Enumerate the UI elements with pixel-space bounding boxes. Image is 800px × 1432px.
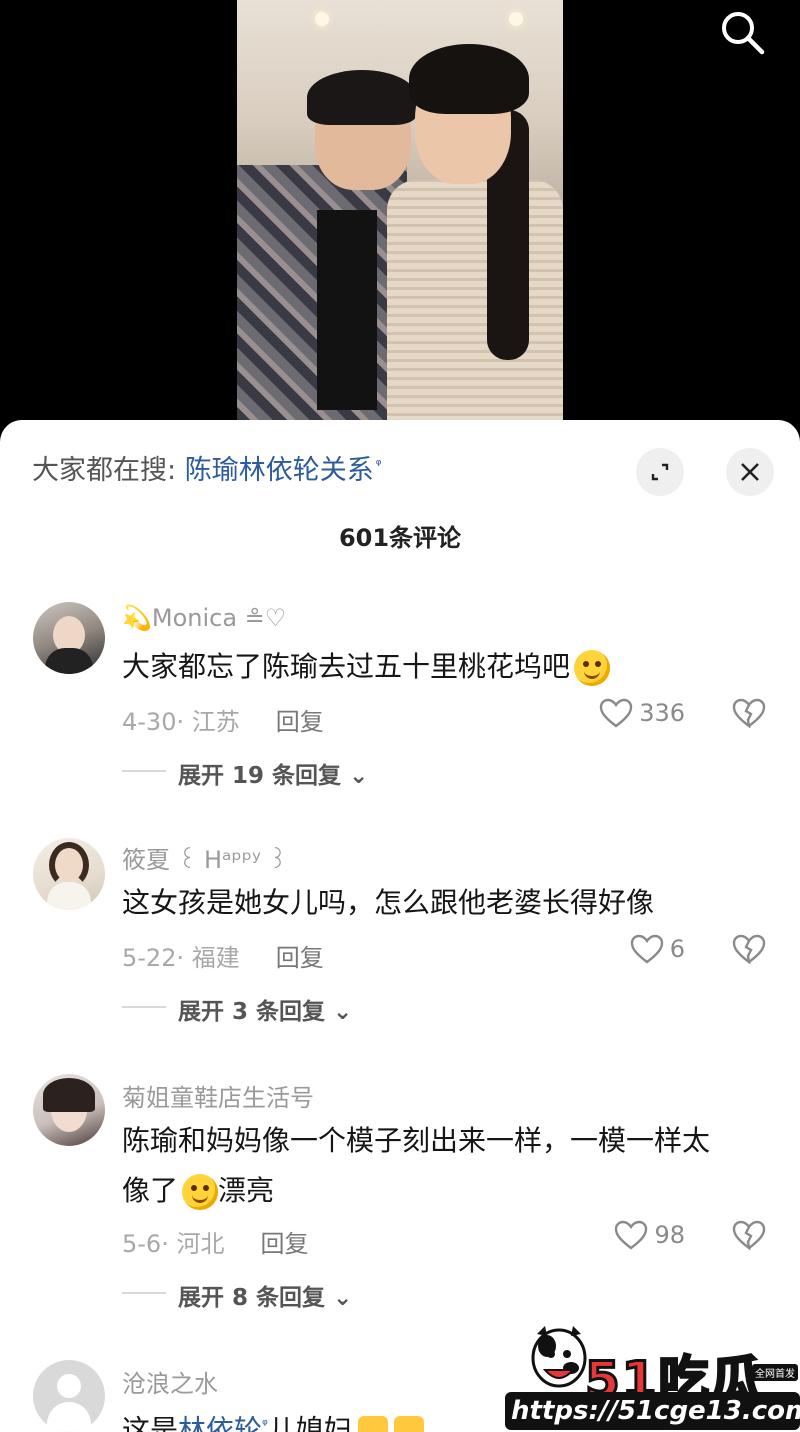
search-hint-label: 大家都在搜: [32, 455, 177, 486]
expand-divider [122, 770, 166, 772]
comment-text: 这女孩是她女儿吗，怎么跟他老婆长得好像 [122, 886, 655, 919]
watermark-url: https://51cge13.com [505, 1392, 800, 1430]
dislike-button[interactable] [732, 1220, 766, 1254]
avatar[interactable] [33, 838, 105, 910]
watermark-badge: 全网首发 [752, 1364, 798, 1381]
comment-username[interactable]: 沧浪之水 [122, 1364, 218, 1399]
comment-item: 💫Monica ≗♡ 大家都忘了陈瑜去过五十里桃花坞吧 4-30· 江苏 回复 3… [0, 598, 800, 798]
comment-username[interactable]: 筱夏 ꒰ Hᵃᵖᵖʸ ꒱ [122, 840, 287, 875]
ceiling-light [315, 12, 329, 26]
comment-item: 筱夏 ꒰ Hᵃᵖᵖʸ ꒱ 这女孩是她女儿吗，怎么跟他老婆长得好像 5-22· 福… [0, 834, 800, 1034]
comment-mention-link[interactable]: 林依轮 [178, 1413, 262, 1432]
comment-text-segment: 像了 [122, 1174, 179, 1207]
site-watermark: 51吃瓜 全网首发 https://51cge13.com [505, 1322, 800, 1432]
like-count: 98 [654, 1221, 685, 1249]
broken-heart-icon [732, 1220, 766, 1251]
comment-date-location: 4-30· 江苏 [122, 708, 240, 736]
expand-replies-button[interactable]: 展开 19 条回复 ⌄ [178, 756, 368, 790]
man-shirt [317, 210, 377, 410]
comment-text-segment: 这是 [122, 1413, 179, 1432]
comment-text-line: 陈瑜和妈妈像一个模子刻出来一样，一模一样太 [122, 1124, 711, 1157]
video-thumbnail[interactable] [237, 0, 563, 430]
dislike-button[interactable] [732, 698, 766, 732]
comment-text: 陈瑜和妈妈像一个模子刻出来一样，一模一样太 像了 漂亮 [122, 1116, 762, 1216]
comment-meta: 4-30· 江苏 回复 [122, 702, 324, 737]
thumbs-up-emoji-icon [357, 1416, 388, 1432]
smile-emoji-icon [574, 650, 611, 686]
broken-heart-icon [732, 698, 766, 729]
comment-text-segment: 漂亮 [218, 1174, 275, 1207]
video-player[interactable] [0, 0, 800, 440]
search-hint-query-link[interactable]: 陈瑜林依轮关系 [185, 455, 374, 486]
comment-username[interactable]: 菊姐童鞋店生活号 [122, 1078, 314, 1113]
comment-text-segment: 儿媳妇 [267, 1413, 352, 1432]
close-icon [741, 463, 759, 481]
comment-meta: 5-6· 河北 回复 [122, 1224, 308, 1259]
close-button[interactable] [726, 448, 774, 496]
dislike-button[interactable] [732, 934, 766, 968]
expand-replies-button[interactable]: 展开 8 条回复 ⌄ [178, 1278, 352, 1312]
heart-icon [599, 698, 633, 728]
avatar[interactable] [33, 1074, 105, 1146]
heart-icon [615, 1220, 648, 1250]
cow-mascot-icon [531, 1326, 587, 1388]
like-button[interactable]: 336 [599, 698, 685, 728]
woman-figure [387, 180, 563, 430]
avatar[interactable] [33, 602, 105, 674]
man-hair [307, 70, 417, 125]
woman-hair [409, 44, 529, 114]
expand-divider [122, 1006, 166, 1008]
ceiling-light [509, 12, 523, 26]
expand-button[interactable] [636, 448, 684, 496]
expand-replies-button[interactable]: 展开 3 条回复 ⌄ [178, 992, 352, 1026]
comments-sheet: 大家都在搜: 陈瑜林依轮关系 ᵠ 601条评论 💫Monica ≗♡ 大家都忘了陈… [0, 420, 800, 1432]
like-button[interactable]: 6 [630, 934, 685, 964]
comment-meta: 5-22· 福建 回复 [122, 938, 324, 973]
avatar[interactable] [33, 1360, 105, 1432]
reply-button[interactable]: 回复 [276, 944, 324, 972]
search-hint: 大家都在搜: 陈瑜林依轮关系 ᵠ [32, 448, 382, 487]
comment-item: 菊姐童鞋店生活号 陈瑜和妈妈像一个模子刻出来一样，一模一样太 像了 漂亮 5-6·… [0, 1072, 800, 1312]
thumbs-up-emoji-icon [393, 1416, 424, 1432]
reply-button[interactable]: 回复 [260, 1230, 308, 1258]
reply-button[interactable]: 回复 [276, 708, 324, 736]
heart-icon [630, 934, 663, 964]
comment-date-location: 5-22· 福建 [122, 944, 240, 972]
like-count: 336 [639, 699, 685, 727]
expand-icon [651, 463, 669, 481]
like-button[interactable]: 98 [614, 1220, 685, 1250]
search-icon[interactable] [718, 8, 766, 56]
search-mark-icon: ᵠ [375, 457, 382, 473]
comment-text: 大家都忘了陈瑜去过五十里桃花坞吧 [122, 642, 762, 692]
expand-divider [122, 1292, 166, 1294]
wink-emoji-icon [182, 1174, 219, 1210]
comment-username[interactable]: 💫Monica ≗♡ [122, 604, 286, 632]
comment-date-location: 5-6· 河北 [122, 1230, 225, 1258]
like-count: 6 [669, 935, 685, 963]
broken-heart-icon [732, 934, 766, 965]
comment-text-content: 大家都忘了陈瑜去过五十里桃花坞吧 [122, 650, 571, 683]
comment-text-line: 像了 漂亮 [122, 1166, 762, 1216]
comment-count: 601条评论 [338, 524, 462, 552]
